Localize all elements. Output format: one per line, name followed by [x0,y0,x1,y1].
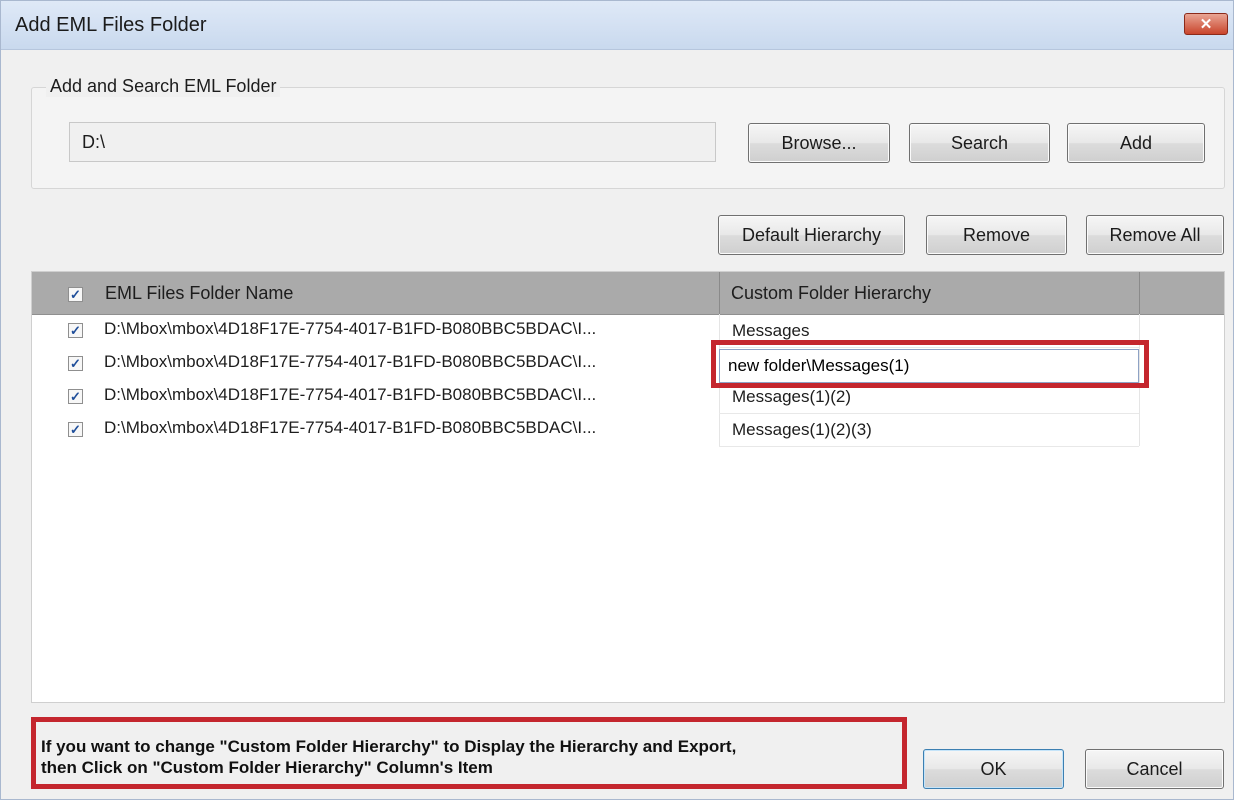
grid-line [719,413,1139,414]
row-checkbox[interactable]: ✓ [68,389,83,404]
row-checkbox[interactable]: ✓ [68,356,83,371]
title-bar[interactable]: Add EML Files Folder ✕ [1,1,1233,50]
default-hierarchy-button[interactable]: Default Hierarchy [718,215,905,255]
row-checkbox[interactable]: ✓ [68,422,83,437]
row-hierarchy[interactable]: Messages [732,321,809,341]
dialog-window: Add EML Files Folder ✕ Add and Search EM… [0,0,1234,800]
add-button[interactable]: Add [1067,123,1205,163]
close-button[interactable]: ✕ [1184,13,1228,35]
header-checkbox[interactable]: ✓ [68,287,83,302]
grid-line [719,446,1139,447]
info-line-2: then Click on "Custom Folder Hierarchy" … [41,758,493,777]
remove-button[interactable]: Remove [926,215,1067,255]
row-folder-name: D:\Mbox\mbox\4D18F17E-7754-4017-B1FD-B08… [104,352,597,371]
column-divider[interactable] [719,272,720,314]
cancel-button[interactable]: Cancel [1085,749,1224,789]
info-line-1: If you want to change "Custom Folder Hie… [41,737,737,756]
row-hierarchy[interactable]: Messages(1)(2) [732,387,851,407]
row-folder-name: D:\Mbox\mbox\4D18F17E-7754-4017-B1FD-B08… [104,385,597,404]
edit-cell-highlight [711,340,1149,388]
row-folder-name: D:\Mbox\mbox\4D18F17E-7754-4017-B1FD-B08… [104,319,597,338]
dialog-title: Add EML Files Folder [15,14,207,36]
remove-all-button[interactable]: Remove All [1086,215,1224,255]
column-header-folder-name[interactable]: EML Files Folder Name [105,272,705,314]
browse-button[interactable]: Browse... [748,123,890,163]
folder-path-input[interactable] [69,122,716,162]
row-folder-name: D:\Mbox\mbox\4D18F17E-7754-4017-B1FD-B08… [104,418,597,437]
column-header-custom-hierarchy[interactable]: Custom Folder Hierarchy [731,272,1131,314]
row-hierarchy[interactable]: Messages(1)(2)(3) [732,420,872,440]
row-checkbox[interactable]: ✓ [68,323,83,338]
info-text: If you want to change "Custom Folder Hie… [41,736,736,778]
column-divider[interactable] [1139,272,1140,314]
close-icon: ✕ [1199,16,1213,33]
search-button[interactable]: Search [909,123,1050,163]
ok-button[interactable]: OK [923,749,1064,789]
groupbox-label: Add and Search EML Folder [46,76,281,97]
